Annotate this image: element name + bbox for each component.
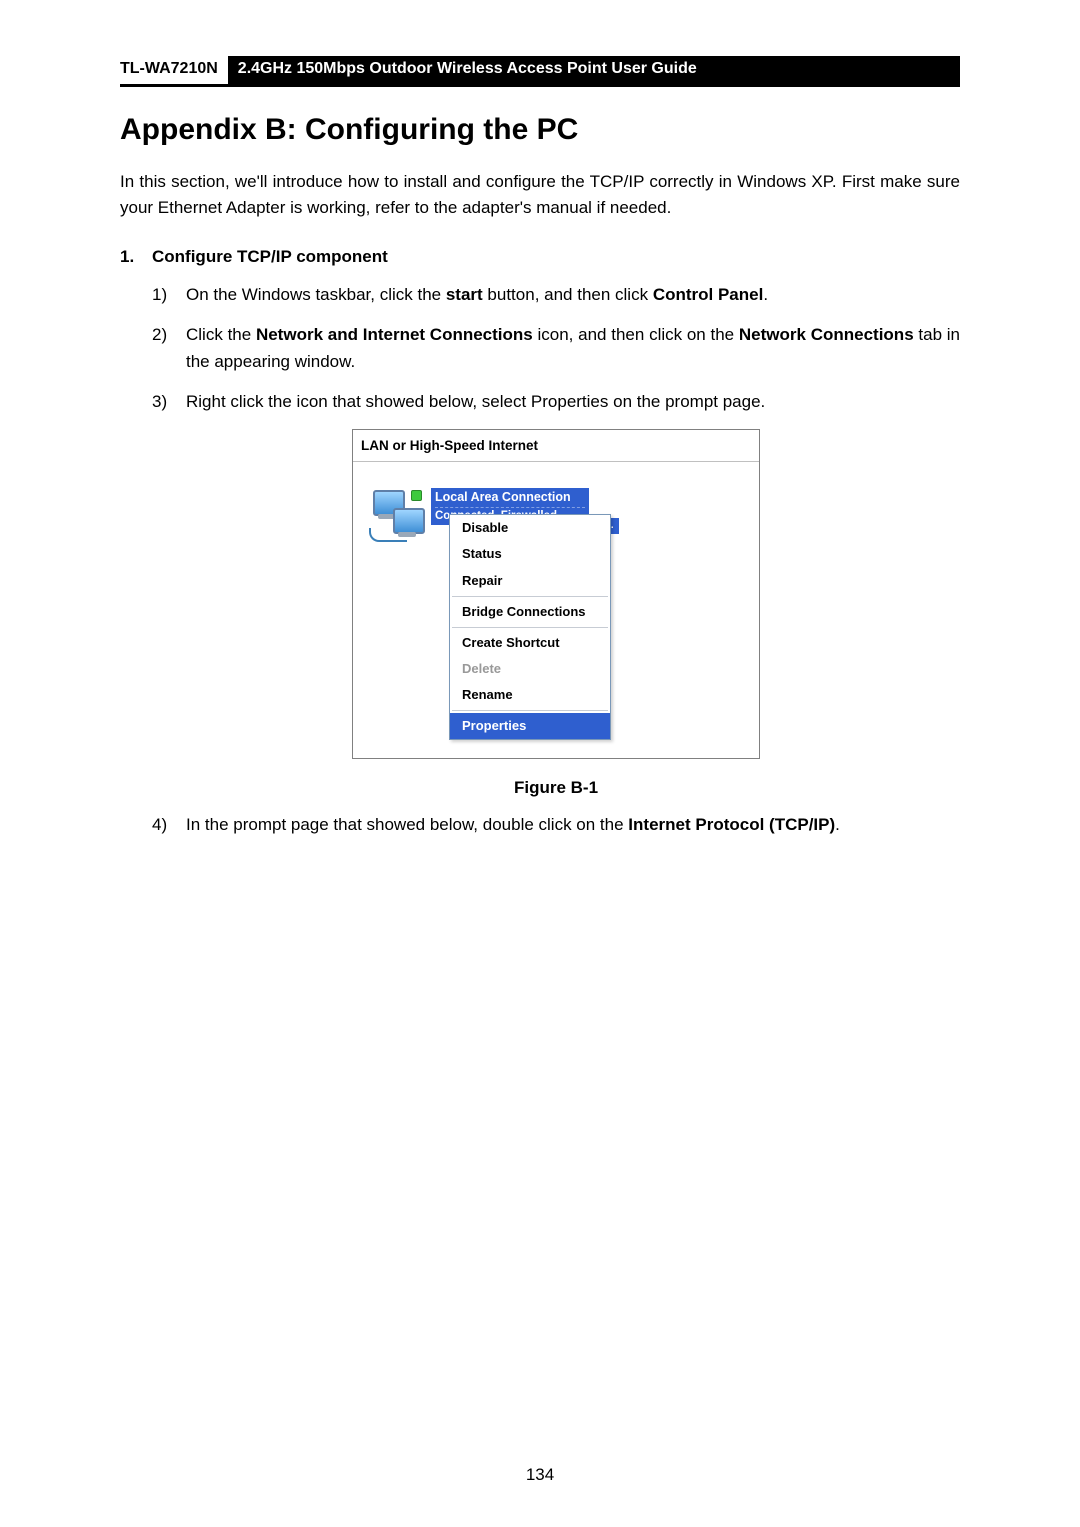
section-title: Appendix B: Configuring the PC	[120, 113, 960, 147]
figure-b1: LAN or High-Speed Internet :...	[152, 429, 960, 801]
step-1-number: 1.	[120, 244, 152, 852]
substep-4-marker: 4)	[152, 812, 186, 838]
menu-separator	[452, 710, 608, 711]
network-connections-label: Network Connections	[739, 325, 914, 344]
substep-3-marker: 3)	[152, 389, 186, 415]
header-title: 2.4GHz 150Mbps Outdoor Wireless Access P…	[228, 56, 960, 84]
ordered-list-level2: 1) On the Windows taskbar, click the sta…	[152, 282, 960, 838]
substep-3: 3) Right click the icon that showed belo…	[152, 389, 960, 415]
menu-item-disable[interactable]: Disable	[450, 515, 610, 541]
substep-1: 1) On the Windows taskbar, click the sta…	[152, 282, 960, 308]
substep-2: 2) Click the Network and Internet Connec…	[152, 322, 960, 375]
substep-1-text-c: .	[763, 285, 768, 304]
menu-item-rename[interactable]: Rename	[450, 682, 610, 708]
network-connection-icon	[369, 488, 427, 536]
substep-4-text-a: In the prompt page that showed below, do…	[186, 815, 628, 834]
step-1-heading: Configure TCP/IP component 1) On the Win…	[152, 244, 960, 852]
xp-connection-name: Local Area Connection	[435, 490, 571, 504]
start-label: start	[446, 285, 483, 304]
page-number: 134	[0, 1465, 1080, 1485]
substep-2-text-a: Click the	[186, 325, 256, 344]
xp-body: :...	[353, 462, 759, 758]
substep-1-content: On the Windows taskbar, click the start …	[186, 282, 960, 308]
header-model: TL-WA7210N	[120, 56, 228, 84]
substep-1-text-b: button, and then click	[483, 285, 653, 304]
substep-4-content: In the prompt page that showed below, do…	[186, 812, 960, 838]
header-bar: TL-WA7210N 2.4GHz 150Mbps Outdoor Wirele…	[120, 56, 960, 87]
control-panel-label: Control Panel	[653, 285, 764, 304]
substep-2-marker: 2)	[152, 322, 186, 375]
substep-1-text-a: On the Windows taskbar, click the	[186, 285, 446, 304]
internet-protocol-label: Internet Protocol (TCP/IP)	[628, 815, 835, 834]
context-menu: Disable Status Repair Bridge Connections…	[449, 514, 611, 740]
substep-2-text-b: icon, and then click on the	[533, 325, 739, 344]
menu-separator	[452, 596, 608, 597]
xp-group-label: LAN or High-Speed Internet	[353, 430, 759, 462]
network-internet-connections-label: Network and Internet Connections	[256, 325, 533, 344]
menu-item-delete: Delete	[450, 656, 610, 682]
menu-item-status[interactable]: Status	[450, 541, 610, 567]
xp-window: LAN or High-Speed Internet :...	[352, 429, 760, 759]
menu-separator	[452, 627, 608, 628]
substep-4: 4) In the prompt page that showed below,…	[152, 812, 960, 838]
menu-item-create-shortcut[interactable]: Create Shortcut	[450, 630, 610, 656]
figure-caption: Figure B-1	[514, 775, 598, 801]
ordered-list-level1: 1. Configure TCP/IP component 1) On the …	[120, 244, 960, 852]
step-1-heading-text: Configure TCP/IP component	[152, 247, 388, 266]
substep-4-text-b: .	[835, 815, 840, 834]
menu-item-bridge[interactable]: Bridge Connections	[450, 599, 610, 625]
page: TL-WA7210N 2.4GHz 150Mbps Outdoor Wirele…	[0, 0, 1080, 1527]
menu-item-properties[interactable]: Properties	[450, 713, 610, 739]
substep-3-content: Right click the icon that showed below, …	[186, 389, 960, 415]
substep-2-content: Click the Network and Internet Connectio…	[186, 322, 960, 375]
intro-paragraph: In this section, we'll introduce how to …	[120, 169, 960, 222]
substep-1-marker: 1)	[152, 282, 186, 308]
step-1: 1. Configure TCP/IP component 1) On the …	[120, 244, 960, 852]
menu-item-repair[interactable]: Repair	[450, 568, 610, 594]
